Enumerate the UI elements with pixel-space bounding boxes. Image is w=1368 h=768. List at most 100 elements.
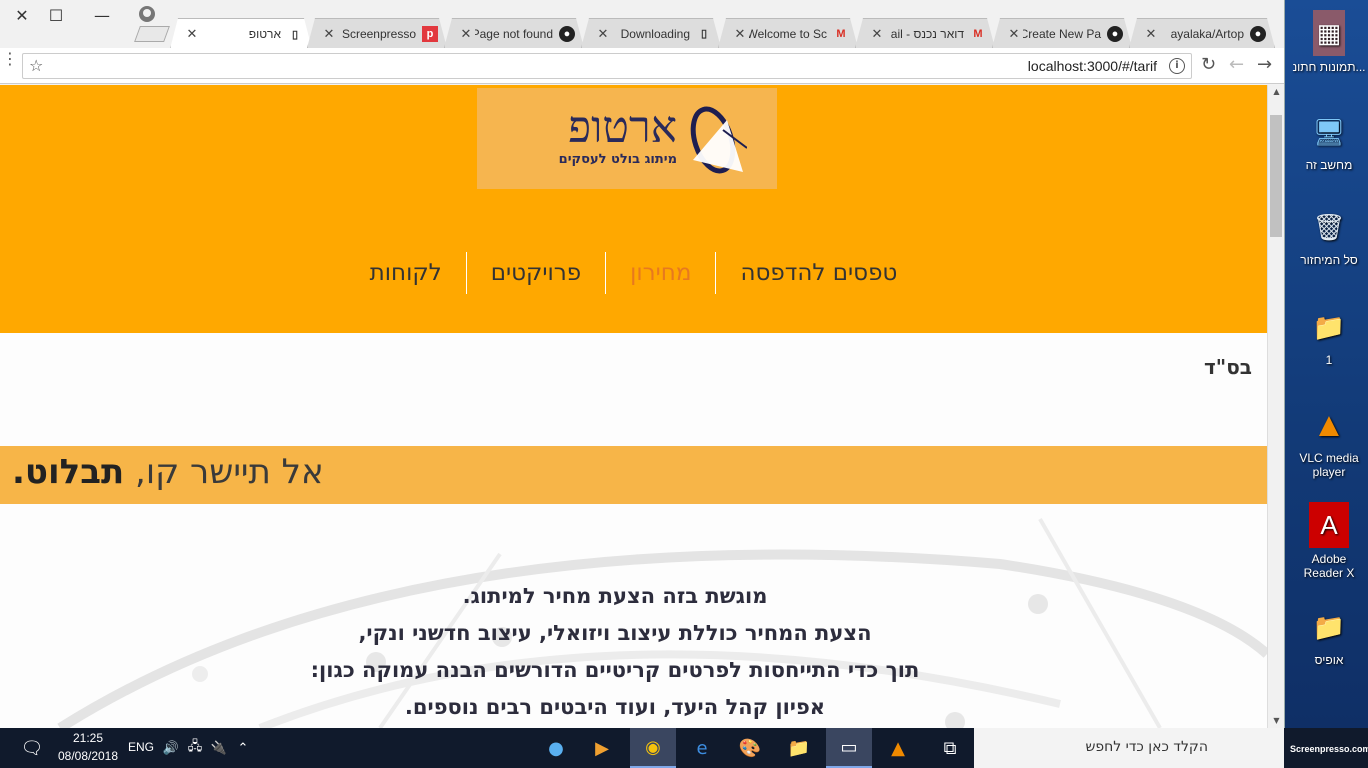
adobe-reader-icon: A (1309, 502, 1349, 548)
tab-ayalaka-artop[interactable]: ✕ ayalaka/Artop ● (1129, 18, 1275, 48)
tab-welcome[interactable]: ✕ Welcome to Sc M (718, 18, 858, 48)
nav-item-projects[interactable]: פרויקטים (465, 252, 605, 294)
omnibox[interactable]: ☆ localhost:3000/#/tarif i (22, 53, 1192, 79)
tab-close-icon[interactable]: ✕ (1142, 26, 1160, 42)
browser-titlebar: ✕ ☐ — ✕ ארטופ ▯ ✕ Screenpresso p ✕ Page … (0, 0, 1284, 49)
desktop-icon-label: VLC media player (1299, 451, 1359, 479)
desktop-icon-office[interactable]: 📁 אופיס (1292, 605, 1366, 667)
web-page: ארטופ מיתוג בולט לעסקים טפסים להדפסה מחי… (0, 85, 1267, 728)
clock-date[interactable]: 08/08/2018 (56, 749, 120, 763)
slogan-band: אל תיישר קו, תבלוט. (0, 446, 1267, 504)
gmail-icon: M (973, 27, 983, 40)
nav-item-clients[interactable]: לקוחות (346, 252, 466, 294)
tab-title: Welcome to Sc (749, 26, 827, 41)
site-info-icon[interactable]: i (1169, 58, 1185, 74)
gmail-icon: M (836, 27, 846, 40)
desktop-icon-label: Adobe Reader X (1303, 552, 1355, 580)
tab-screenpresso[interactable]: ✕ Screenpresso p (307, 18, 447, 48)
vlc-taskbar-icon[interactable]: ▲ (876, 728, 920, 768)
bookmark-star-icon[interactable]: ☆ (29, 56, 43, 75)
desktop-icon-label: אופיס (1314, 653, 1344, 667)
desktop-icon-label: סל המיחזור (1300, 253, 1358, 267)
profile-icon[interactable] (139, 6, 155, 22)
tab-page-not-found[interactable]: ✕ Page not found ● (444, 18, 584, 48)
power-icon[interactable]: 🔌 (208, 728, 230, 768)
slogan-bold: תבלוט. (12, 452, 125, 492)
tab-title: Create New Pa (1023, 26, 1101, 41)
content-line: תוך כדי התייחסות לפרטים קריטיים הדורשים … (310, 658, 920, 682)
url-text[interactable]: localhost:3000/#/tarif (1028, 58, 1157, 74)
media-taskbar-icon[interactable]: ▶ (580, 728, 624, 768)
screenpresso-badge: Screenpresso.com (1290, 744, 1368, 754)
logo-name: ארטופ (568, 102, 677, 153)
taskbar: 🗨 21:25 08/08/2018 ENG 🔊 🖧 🔌 ⌃ ● ▶ ◉ e 🎨… (0, 728, 1368, 768)
clock-time[interactable]: 21:25 (56, 731, 120, 745)
nav-item-forms[interactable]: טפסים להדפסה (715, 252, 921, 294)
screenpresso-icon: p (422, 26, 438, 42)
scroll-down-icon[interactable]: ▼ (1268, 714, 1284, 728)
tab-artop[interactable]: ✕ ארטופ ▯ (170, 18, 312, 49)
window-maximize-icon[interactable]: ☐ (34, 2, 78, 28)
main-nav: טפסים להדפסה מחירון פרויקטים לקוחות (0, 252, 1267, 294)
new-tab-button[interactable] (134, 26, 170, 42)
tab-downloading[interactable]: ✕ Downloading ▯ (581, 18, 721, 48)
search-placeholder: הקלד כאן כדי לחפש (1085, 739, 1208, 755)
slogan: אל תיישר קו, תבלוט. (12, 452, 324, 492)
forward-icon[interactable]: → (1257, 54, 1272, 75)
terminal-taskbar-icon[interactable]: ▭ (826, 728, 872, 768)
chrome-taskbar-icon[interactable]: ◉ (630, 728, 676, 768)
tab-title: Downloading (620, 26, 690, 41)
window-minimize-icon[interactable]: — (80, 2, 124, 28)
user-folder-icon: 📁 (1312, 312, 1346, 342)
back-icon[interactable]: ← (1229, 54, 1244, 75)
logo-tagline: מיתוג בולט לעסקים (558, 152, 677, 167)
paint-taskbar-icon[interactable]: 🎨 (728, 728, 772, 768)
tab-title: ארטופ (248, 27, 281, 41)
language-indicator[interactable]: ENG (126, 740, 156, 754)
app-taskbar-icon[interactable]: ● (534, 728, 578, 768)
desktop-icon-adobe-reader[interactable]: A Adobe Reader X (1292, 502, 1366, 580)
desktop-icon-user-folder[interactable]: 📁 1 (1292, 305, 1366, 367)
tab-close-icon[interactable]: ✕ (183, 26, 201, 42)
address-bar: ⋮ ☆ localhost:3000/#/tarif i ↻ ← → (0, 48, 1284, 84)
scroll-up-icon[interactable]: ▲ (1268, 85, 1284, 99)
content-line: הצעת המחיר כוללת עיצוב ויזואלי, עיצוב חד… (358, 621, 872, 645)
show-hidden-icons-icon[interactable]: ⌃ (232, 728, 254, 768)
menu-icon[interactable]: ⋮ (2, 51, 18, 67)
desktop-icon-this-pc[interactable]: 🖥 מחשב זה (1292, 110, 1366, 172)
desktop-icon-vlc[interactable]: ▲ VLC media player (1292, 403, 1366, 479)
github-icon: ● (559, 26, 575, 42)
notification-icon[interactable]: 🗨 (14, 728, 50, 768)
tab-close-icon[interactable]: ✕ (868, 26, 886, 42)
network-icon[interactable]: 🖧 (184, 728, 206, 768)
tab-inbox[interactable]: ✕ דואר נכנס - ail M (855, 18, 995, 48)
tab-title: Screenpresso (341, 26, 416, 41)
volume-icon[interactable]: 🔊 (160, 728, 182, 768)
task-view-icon[interactable]: ⧉ (928, 728, 972, 768)
github-icon: ● (1107, 26, 1123, 42)
tab-close-icon[interactable]: ✕ (1005, 26, 1023, 42)
desktop-icon-recycle-bin[interactable]: 🗑 סל המיחזור (1292, 205, 1366, 267)
taskbar-search[interactable]: הקלד כאן כדי לחפש (974, 728, 1284, 768)
site-logo[interactable]: ארטופ מיתוג בולט לעסקים (477, 88, 777, 189)
logo-mark-icon (690, 106, 747, 174)
pricing-intro: מוגשת בזה הצעת מחיר למיתוג. הצעת המחיר כ… (300, 578, 930, 726)
tab-create-new-page[interactable]: ✕ Create New Pa ● (992, 18, 1132, 48)
tab-close-icon[interactable]: ✕ (457, 26, 475, 42)
edge-taskbar-icon[interactable]: e (680, 728, 724, 768)
tab-title: Page not found (475, 26, 553, 41)
slogan-normal: אל תיישר קו, (135, 452, 324, 492)
tab-close-icon[interactable]: ✕ (731, 26, 749, 42)
page-icon: ▯ (291, 28, 299, 41)
tab-title: ayalaka/Artop (1170, 26, 1244, 41)
tab-close-icon[interactable]: ✕ (594, 26, 612, 42)
desktop-icon-label: מחשב זה (1305, 158, 1353, 172)
page-scrollbar[interactable]: ▲ ▼ (1267, 85, 1284, 728)
desktop-icon-photos[interactable]: ▦ תמונות חתונ... (1292, 10, 1366, 74)
reload-icon[interactable]: ↻ (1201, 54, 1216, 75)
scroll-thumb[interactable] (1270, 115, 1282, 237)
file-explorer-taskbar-icon[interactable]: 📁 (776, 728, 822, 768)
content-line: מוגשת בזה הצעת מחיר למיתוג. (462, 584, 768, 608)
tab-close-icon[interactable]: ✕ (320, 26, 338, 42)
nav-item-pricing[interactable]: מחירון (605, 252, 715, 294)
